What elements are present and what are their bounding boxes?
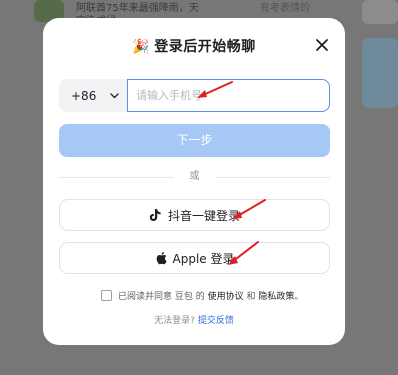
background-thumbnail-right-2: [362, 0, 398, 24]
background-thumbnail-right: [362, 38, 398, 108]
douyin-login-button[interactable]: 抖音一键登录: [59, 199, 330, 231]
apple-login-label: Apple 登录: [172, 251, 235, 266]
country-code-value: +86: [71, 88, 97, 103]
feedback-link[interactable]: 提交反馈: [198, 316, 234, 326]
divider-line-right: [215, 177, 330, 178]
douyin-login-label: 抖音一键登录: [167, 208, 240, 223]
phone-number-input[interactable]: [127, 79, 330, 112]
background-snippet-right: 有考表情的: [260, 3, 310, 14]
country-code-select[interactable]: +86: [59, 79, 127, 112]
background-snippet-line1: 阿联酋75年来最强降雨，天: [76, 3, 199, 14]
agreement-text: 已阅读并同意 豆包 的 使用协议 和 隐私政策。: [118, 289, 303, 302]
help-prefix: 无法登录?: [154, 316, 195, 326]
agreement-row: 已阅读并同意 豆包 的 使用协议 和 隐私政策。: [101, 288, 303, 302]
login-modal: 🎉登录后开始畅聊 +86 下一步 或 抖音一键登录 Apple 登录: [43, 18, 345, 345]
or-divider: 或: [59, 170, 330, 184]
apple-icon: [156, 252, 167, 265]
modal-title: 🎉 登录后开始畅聊: [43, 36, 345, 56]
next-step-button[interactable]: 下一步: [59, 124, 330, 157]
close-icon: [316, 39, 328, 51]
modal-title-text: 登录后开始畅聊: [154, 39, 256, 55]
douyin-icon: [149, 208, 161, 221]
agreement-checkbox[interactable]: [101, 289, 112, 301]
party-popper-icon: 🎉: [132, 39, 151, 55]
help-row: 无法登录? 提交反馈: [43, 313, 345, 326]
phone-input-row: +86: [59, 79, 330, 112]
agreement-suffix: 。: [294, 291, 304, 302]
agreement-prefix: 已阅读并同意 豆包 的: [118, 291, 205, 302]
privacy-link[interactable]: 隐私政策: [258, 292, 294, 302]
terms-link[interactable]: 使用协议: [208, 292, 244, 302]
close-button[interactable]: [315, 38, 329, 52]
agreement-and: 和: [246, 291, 256, 302]
apple-login-button[interactable]: Apple 登录: [59, 242, 330, 274]
chevron-down-icon: [110, 92, 119, 98]
